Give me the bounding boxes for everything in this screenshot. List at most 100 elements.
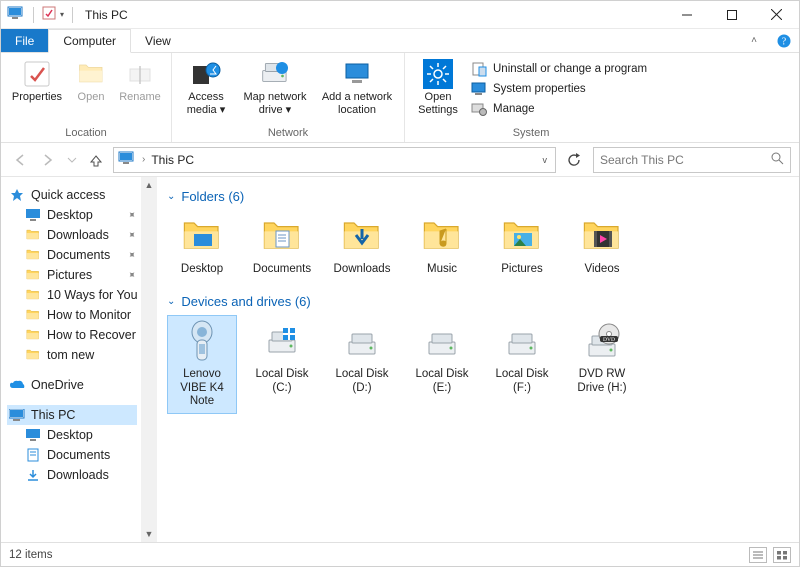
tree-item-howmonitor[interactable]: How to Monitor <box>7 305 137 325</box>
scroll-down-icon[interactable]: ▼ <box>141 526 157 542</box>
folder-downloads[interactable]: Downloads <box>327 210 397 282</box>
ribbon-group-location: Properties Open Rename Location <box>1 53 172 142</box>
address-dropdown-icon[interactable]: v <box>539 155 552 165</box>
file-explorer-window: ▾ This PC File Computer View ˄ ? Pro <box>0 0 800 567</box>
tree-scrollbar[interactable]: ▲ ▼ <box>141 177 157 542</box>
thispc-icon <box>7 6 25 23</box>
rename-button: Rename <box>115 57 165 117</box>
drive-c[interactable]: Local Disk (C:) <box>247 315 317 414</box>
tree-downloads[interactable]: Downloads✦ <box>7 225 137 245</box>
tree-quick-access[interactable]: Quick access <box>7 185 137 205</box>
back-button[interactable] <box>9 149 31 171</box>
add-network-location-button[interactable]: Add a network location <box>316 57 398 117</box>
pin-icon: ✦ <box>124 208 138 222</box>
chevron-down-icon: ⌄ <box>167 296 175 307</box>
tree-thispc-downloads[interactable]: Downloads <box>7 465 137 485</box>
tree-item-10ways[interactable]: 10 Ways for You <box>7 285 137 305</box>
tree-item-howrecover[interactable]: How to Recover <box>7 325 137 345</box>
scroll-up-icon[interactable]: ▲ <box>141 177 157 193</box>
tree-pictures[interactable]: Pictures✦ <box>7 265 137 285</box>
ribbon: Properties Open Rename Location <box>1 53 799 143</box>
tree-documents[interactable]: Documents✦ <box>7 245 137 265</box>
tree-thispc[interactable]: This PC <box>7 405 137 425</box>
tab-view[interactable]: View <box>131 29 185 52</box>
view-large-icons-button[interactable] <box>773 547 791 563</box>
folder-videos[interactable]: Videos <box>567 210 637 282</box>
downloads-icon <box>25 467 41 483</box>
group-label-system: System <box>405 125 657 142</box>
navigation-row: › This PC v Search This PC <box>1 143 799 177</box>
pictures-icon <box>25 267 41 283</box>
help-button[interactable]: ? <box>769 29 799 52</box>
collapse-ribbon-button[interactable]: ˄ <box>739 29 769 52</box>
access-media-icon <box>191 59 221 89</box>
system-properties-button[interactable]: System properties <box>467 79 651 99</box>
recent-locations-button[interactable] <box>65 149 79 171</box>
documents-icon <box>25 247 41 263</box>
folder-pictures[interactable]: Pictures <box>487 210 557 282</box>
ribbon-group-network: Access media ▾ Map network drive ▾ Add a… <box>172 53 405 142</box>
uninstall-icon <box>471 61 487 77</box>
phone-device-icon <box>180 320 224 364</box>
tree-thispc-documents[interactable]: Documents <box>7 445 137 465</box>
open-button: Open <box>69 57 113 117</box>
view-details-button[interactable] <box>749 547 767 563</box>
onedrive-icon <box>9 377 25 393</box>
thispc-icon <box>9 407 25 423</box>
window-title: This PC <box>85 8 128 22</box>
tree-thispc-desktop[interactable]: Desktop <box>7 425 137 445</box>
system-properties-icon <box>471 81 487 97</box>
section-folders-header[interactable]: ⌄ Folders (6) <box>167 189 789 204</box>
folder-icon <box>25 347 41 363</box>
drive-e[interactable]: Local Disk (E:) <box>407 315 477 414</box>
dvd-drive-icon: DVD <box>580 320 624 364</box>
tab-computer[interactable]: Computer <box>48 29 131 53</box>
forward-button[interactable] <box>37 149 59 171</box>
downloads-icon <box>25 227 41 243</box>
desktop-icon <box>25 207 41 223</box>
map-network-drive-button[interactable]: Map network drive ▾ <box>236 57 314 117</box>
properties-icon <box>22 59 52 89</box>
drive-d[interactable]: Local Disk (D:) <box>327 315 397 414</box>
refresh-button[interactable] <box>561 147 587 173</box>
manage-button[interactable]: Manage <box>467 99 651 119</box>
tree-item-tomnew[interactable]: tom new <box>7 345 137 365</box>
svg-text:DVD: DVD <box>603 337 615 343</box>
uninstall-program-button[interactable]: Uninstall or change a program <box>467 59 651 79</box>
section-drives-header[interactable]: ⌄ Devices and drives (6) <box>167 294 789 309</box>
folder-desktop[interactable]: Desktop <box>167 210 237 282</box>
folder-icon <box>25 287 41 303</box>
properties-button[interactable]: Properties <box>7 57 67 117</box>
qat-properties-icon[interactable] <box>42 6 56 23</box>
drive-f[interactable]: Local Disk (F:) <box>487 315 557 414</box>
search-placeholder: Search This PC <box>600 153 684 167</box>
close-button[interactable] <box>754 1 799 29</box>
pictures-icon <box>500 215 544 259</box>
minimize-button[interactable] <box>664 1 709 29</box>
access-media-button[interactable]: Access media ▾ <box>178 57 234 117</box>
music-icon <box>420 215 464 259</box>
drive-icon <box>340 320 384 364</box>
navigation-pane: Quick access Desktop✦ Downloads✦ Documen… <box>1 177 141 542</box>
device-lenovo-vibe[interactable]: Lenovo VIBE K4 Note <box>167 315 237 414</box>
group-label-network: Network <box>172 125 404 142</box>
svg-text:?: ? <box>782 36 787 47</box>
maximize-button[interactable] <box>709 1 754 29</box>
drive-dvd[interactable]: DVD DVD RW Drive (H:) <box>567 315 637 414</box>
tree-onedrive[interactable]: OneDrive <box>7 375 137 395</box>
videos-icon <box>580 215 624 259</box>
folder-documents[interactable]: Documents <box>247 210 317 282</box>
qat-dropdown-icon[interactable]: ▾ <box>60 10 64 19</box>
address-bar[interactable]: › This PC v <box>113 147 556 173</box>
thispc-icon <box>118 151 136 168</box>
pin-icon: ✦ <box>124 228 138 242</box>
tree-desktop[interactable]: Desktop✦ <box>7 205 137 225</box>
tab-file[interactable]: File <box>1 29 48 52</box>
folder-music[interactable]: Music <box>407 210 477 282</box>
search-box[interactable]: Search This PC <box>593 147 791 173</box>
drive-icon <box>260 320 304 364</box>
ribbon-tabs: File Computer View ˄ ? <box>1 29 799 53</box>
breadcrumb[interactable]: This PC <box>151 153 194 167</box>
up-button[interactable] <box>85 149 107 171</box>
open-settings-button[interactable]: Open Settings <box>411 57 465 125</box>
